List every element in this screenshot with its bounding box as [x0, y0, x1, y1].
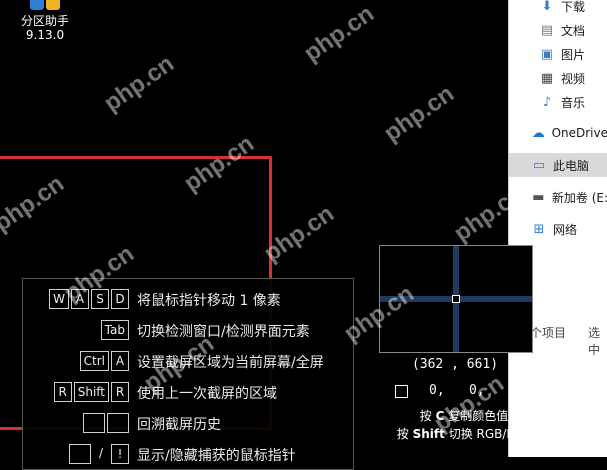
key-w: W [49, 289, 69, 309]
desktop-icon-label: 分区助手 [20, 14, 69, 28]
help-row-history: 回溯截屏历史 [23, 413, 353, 435]
nav-item-drive-e[interactable]: ▬ 新加卷 (E: [509, 185, 607, 209]
key-history-next [107, 413, 129, 433]
music-icon: ♪ [542, 94, 552, 110]
key-a-2: A [111, 351, 129, 371]
nav-item-this-pc[interactable]: ▭ 此电脑 [509, 153, 607, 177]
key-cursor-sep: / [98, 446, 104, 460]
crosshair-center-pixel [452, 295, 460, 303]
rgb-g: 0, [469, 383, 485, 398]
rgb-b: 0 [510, 383, 518, 398]
key-a: A [71, 289, 89, 309]
watermark: php.cn [379, 79, 460, 148]
key-r: R [53, 382, 72, 402]
shortcut-help-panel: W A S D 将鼠标指针移动 1 像素 Tab 切换检测窗口/检测界面元素 C… [22, 278, 354, 470]
network-icon: ⊞ [533, 221, 545, 237]
cursor-coordinates: (362 , 661) [411, 357, 499, 372]
download-icon: ⬇ [541, 0, 553, 14]
key-history-prev [83, 413, 105, 433]
help-desc-move-pointer: 将鼠标指针移动 1 像素 [137, 293, 281, 309]
help-desc-last-region: 使用上一次截屏的区域 [137, 386, 277, 402]
explorer-nav-pane: ⬇ 下载 ▤ 文档 ▣ 图片 ▦ 视频 ♪ 音乐 ☁ OneDrive ▭ 此电… [508, 0, 607, 457]
hint-copy-color: 按 C 复制颜色值 [419, 409, 509, 423]
watermark: php.cn [99, 49, 180, 118]
nav-item-onedrive[interactable]: ☁ OneDrive [509, 121, 607, 145]
computer-icon: ▭ [532, 157, 546, 173]
key-s: S [91, 289, 109, 309]
document-icon: ▤ [540, 22, 554, 38]
magnifier-preview [379, 245, 533, 353]
key-cursor-b: ! [111, 444, 129, 464]
color-swatch [395, 385, 408, 398]
help-desc-full-screen: 设置截屏区域为当前屏幕/全屏 [137, 355, 324, 371]
status-selected: 选中 [588, 326, 601, 357]
desktop-icon-partition-assistant[interactable]: 分区助手 9.13.0 [12, 0, 78, 42]
help-desc-toggle-detect: 切换检测窗口/检测界面元素 [137, 324, 310, 340]
key-ctrl: Ctrl [79, 351, 109, 371]
nav-item-network[interactable]: ⊞ 网络 [509, 217, 607, 241]
help-row-last-region: R Shift R 使用上一次截屏的区域 [23, 382, 353, 404]
key-cursor-a [69, 444, 91, 464]
nav-item-pictures[interactable]: ▣ 图片 [509, 42, 607, 66]
video-icon: ▦ [540, 70, 554, 86]
key-d: D [111, 289, 129, 309]
drive-icon: ▬ [532, 189, 545, 205]
nav-item-documents[interactable]: ▤ 文档 [509, 18, 607, 42]
key-r-2: R [111, 382, 129, 402]
onedrive-icon: ☁ [531, 125, 545, 141]
desktop-background: 分区助手 9.13.0 ⬇ 下载 ▤ 文档 ▣ 图片 ▦ 视频 ♪ 音乐 ☁ O… [0, 0, 607, 470]
help-row-toggle-detect: Tab 切换检测窗口/检测界面元素 [23, 320, 353, 342]
partition-assistant-icon [12, 0, 78, 14]
nav-item-downloads[interactable]: ⬇ 下载 [509, 0, 607, 18]
rgb-r: 0, [429, 383, 445, 398]
desktop-icon-version: 9.13.0 [25, 28, 65, 42]
help-row-full-screen: Ctrl A 设置截屏区域为当前屏幕/全屏 [23, 351, 353, 373]
key-tab: Tab [100, 320, 129, 340]
help-desc-history: 回溯截屏历史 [137, 417, 221, 433]
nav-item-music[interactable]: ♪ 音乐 [509, 90, 607, 114]
status-item-count: 个项目 [530, 326, 567, 340]
help-row-toggle-cursor: / ! 显示/隐藏捕获的鼠标指针 [23, 444, 353, 466]
key-shift: Shift [73, 382, 109, 402]
nav-item-videos[interactable]: ▦ 视频 [509, 66, 607, 90]
hint-switch-format: 按 Shift 切换 RGB/HEX [396, 427, 532, 441]
picture-icon: ▣ [540, 46, 554, 62]
help-desc-toggle-cursor: 显示/隐藏捕获的鼠标指针 [137, 448, 296, 464]
watermark: php.cn [299, 0, 380, 68]
help-row-move-pointer: W A S D 将鼠标指针移动 1 像素 [23, 289, 353, 311]
